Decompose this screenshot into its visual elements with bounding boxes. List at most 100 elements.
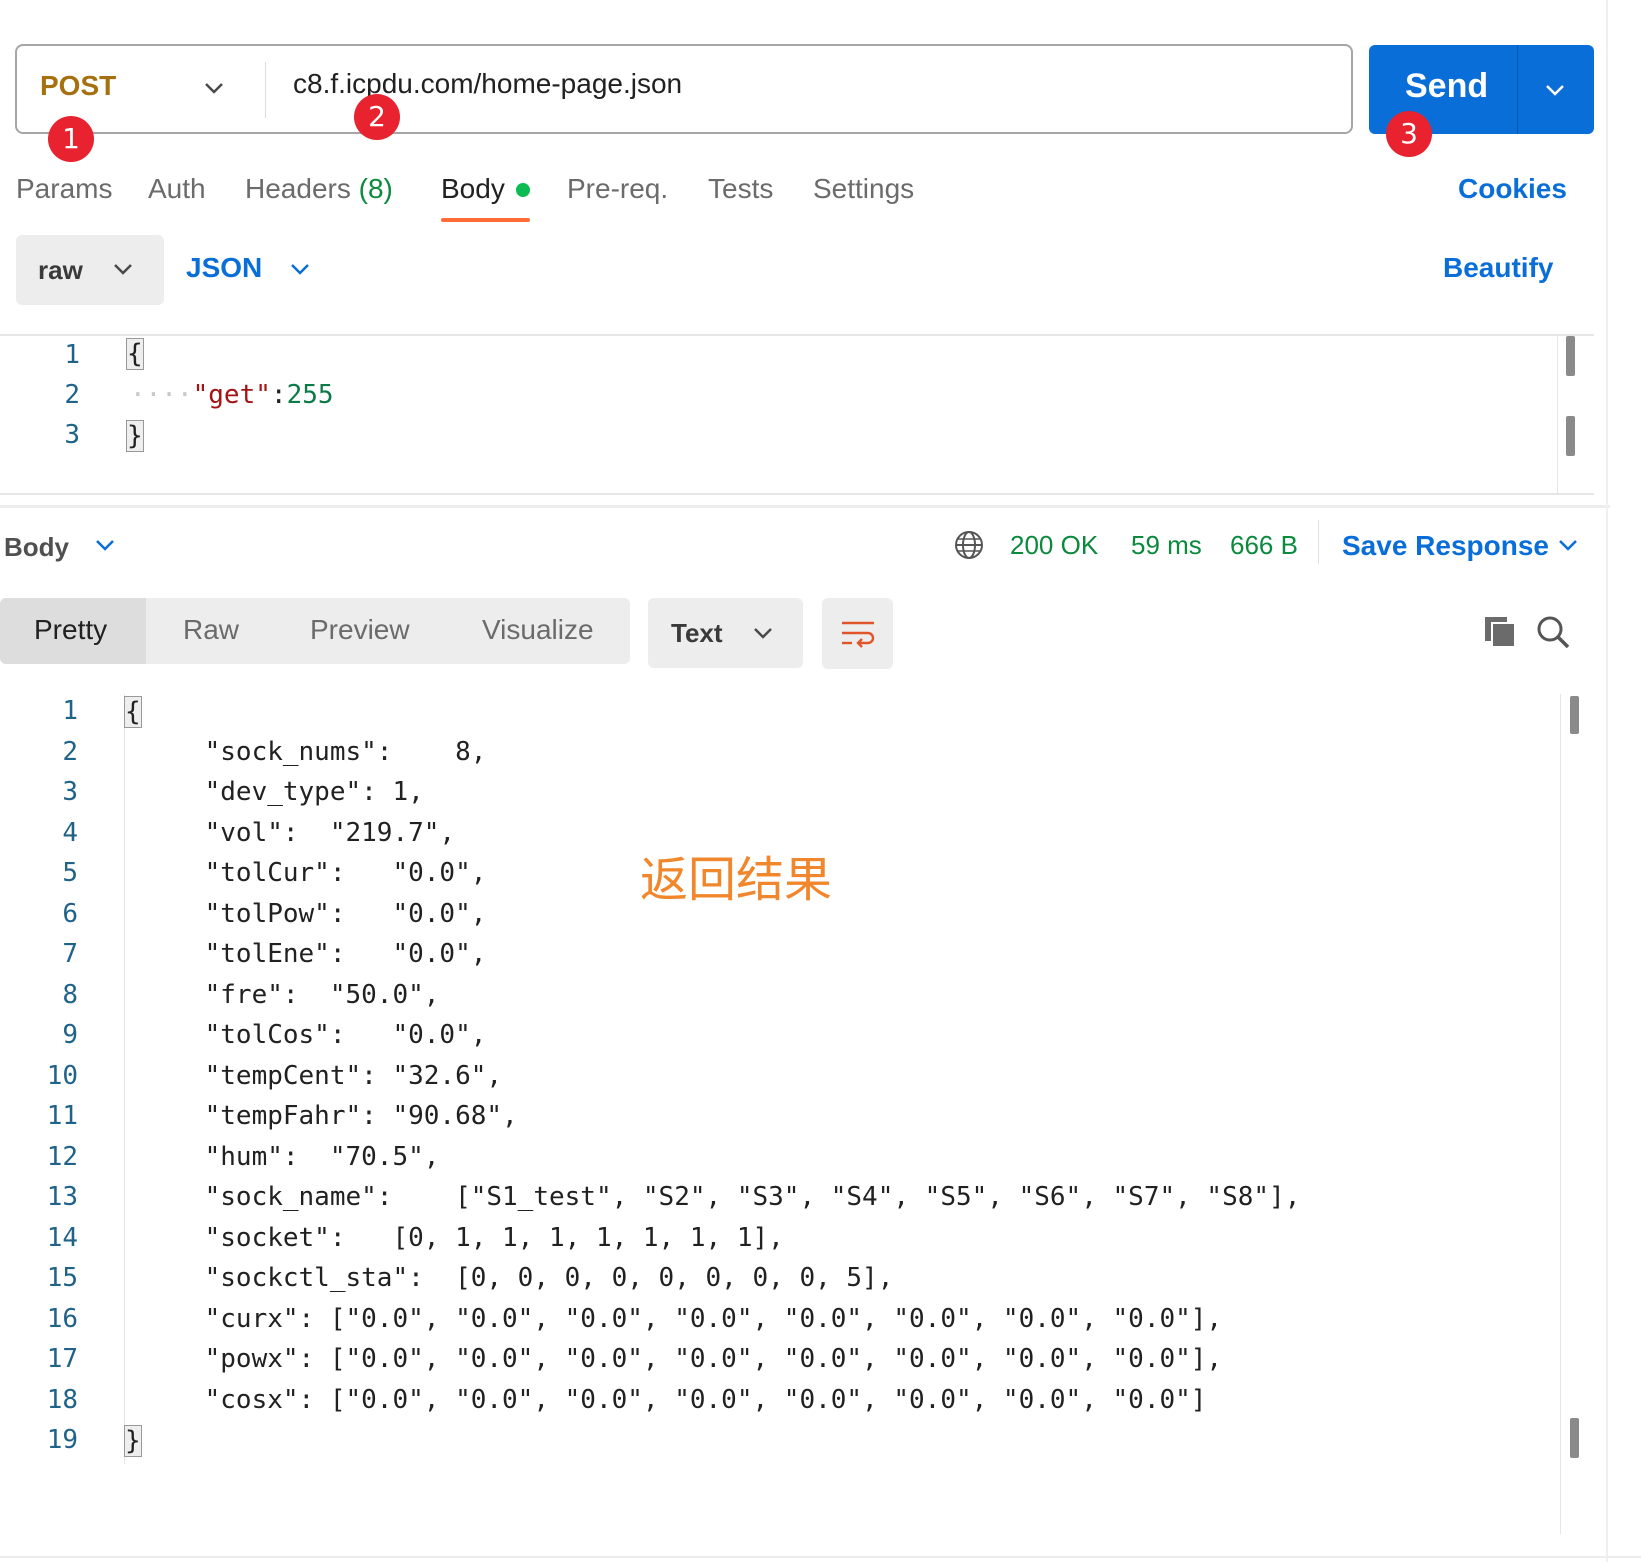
- open-brace[interactable]: {: [124, 696, 142, 728]
- line-number: 5: [62, 858, 78, 888]
- response-line[interactable]: "fre": "50.0",: [142, 980, 440, 1010]
- line-number: 3: [64, 420, 80, 450]
- status-code[interactable]: 200 OK: [1010, 530, 1098, 561]
- chevron-down-icon[interactable]: [1555, 532, 1581, 558]
- view-tab-preview[interactable]: Preview: [310, 614, 410, 646]
- chevron-down-icon[interactable]: [92, 532, 118, 558]
- response-body-select[interactable]: Body: [4, 532, 69, 563]
- divider: [0, 505, 1610, 508]
- view-tab-raw[interactable]: Raw: [183, 614, 239, 646]
- response-line[interactable]: "socket": [0, 1, 1, 1, 1, 1, 1, 1],: [142, 1223, 784, 1253]
- tab-tests[interactable]: Tests: [708, 173, 773, 205]
- line-number: 14: [46, 1223, 78, 1253]
- divider: [1318, 520, 1319, 564]
- tab-pre-req[interactable]: Pre-req.: [567, 173, 668, 205]
- response-line[interactable]: "sock_name": ["S1_test", "S2", "S3", "S4…: [142, 1182, 1301, 1212]
- divider: [0, 493, 1594, 495]
- response-line[interactable]: "dev_type": 1,: [142, 777, 424, 807]
- globe-icon[interactable]: [953, 529, 985, 561]
- response-line[interactable]: "sock_nums": 8,: [142, 737, 487, 767]
- divider: [124, 694, 125, 1464]
- scrollbar-thumb[interactable]: [1566, 416, 1575, 456]
- line-number: 12: [46, 1142, 78, 1172]
- response-time[interactable]: 59 ms: [1131, 530, 1202, 561]
- response-format-label[interactable]: Text: [671, 618, 723, 649]
- chevron-down-icon[interactable]: [110, 256, 136, 282]
- chevron-down-icon[interactable]: [287, 256, 313, 282]
- line-number: 13: [46, 1182, 78, 1212]
- line-number: 6: [62, 899, 78, 929]
- annotation-label: 返回结果: [640, 852, 833, 908]
- annotation-badge: 3: [1386, 111, 1432, 157]
- divider: [1606, 0, 1608, 1562]
- line-number: 19: [46, 1425, 78, 1455]
- line-number: 7: [62, 939, 78, 969]
- tab-settings[interactable]: Settings: [813, 173, 914, 205]
- view-tab-visualize[interactable]: Visualize: [482, 614, 594, 646]
- tab-body[interactable]: Body: [441, 173, 505, 205]
- search-icon[interactable]: [1535, 614, 1571, 650]
- line-number: 18: [46, 1385, 78, 1415]
- body-mode-label[interactable]: raw: [38, 255, 83, 286]
- scrollbar-thumb[interactable]: [1570, 1418, 1579, 1458]
- body-indicator-dot: [516, 183, 530, 197]
- divider: [0, 1556, 1641, 1558]
- divider: [265, 62, 266, 118]
- json-colon: :: [270, 380, 287, 410]
- beautify-button[interactable]: Beautify: [1443, 252, 1553, 284]
- view-tab-pretty[interactable]: Pretty: [34, 614, 107, 646]
- response-line[interactable]: "tolCur": "0.0",: [142, 858, 487, 888]
- tab-params[interactable]: Params: [16, 173, 112, 205]
- line-number: 1: [62, 696, 78, 726]
- json-key: "get": [192, 380, 271, 410]
- response-line[interactable]: "tempCent": "32.6",: [142, 1061, 502, 1091]
- divider: [1557, 334, 1558, 494]
- open-brace[interactable]: {: [126, 338, 144, 370]
- response-line[interactable]: "vol": "219.7",: [142, 818, 455, 848]
- line-number: 15: [46, 1263, 78, 1293]
- response-line[interactable]: "tolCos": "0.0",: [142, 1020, 487, 1050]
- line-number: 1: [64, 340, 80, 370]
- chevron-down-icon[interactable]: [750, 620, 776, 646]
- chevron-down-icon[interactable]: [1541, 76, 1569, 104]
- send-button-label[interactable]: Send: [1405, 67, 1488, 106]
- chevron-down-icon[interactable]: [200, 74, 228, 102]
- tab-auth[interactable]: Auth: [148, 173, 206, 205]
- response-line[interactable]: "powx": ["0.0", "0.0", "0.0", "0.0", "0.…: [142, 1344, 1222, 1374]
- request-body-line[interactable]: ····"get":255: [130, 380, 334, 410]
- url-input[interactable]: c8.f.icpdu.com/home-page.json: [293, 68, 682, 100]
- response-line[interactable]: "tolPow": "0.0",: [142, 899, 487, 929]
- response-line[interactable]: "hum": "70.5",: [142, 1142, 440, 1172]
- response-line[interactable]: "cosx": ["0.0", "0.0", "0.0", "0.0", "0.…: [142, 1385, 1207, 1415]
- line-number: 2: [64, 380, 80, 410]
- response-size[interactable]: 666 B: [1230, 530, 1298, 561]
- line-number: 17: [46, 1344, 78, 1374]
- divider: [1560, 694, 1561, 1534]
- save-response-button[interactable]: Save Response: [1342, 530, 1549, 562]
- cookies-link[interactable]: Cookies: [1458, 173, 1567, 205]
- tab-headers-label: Headers: [245, 173, 351, 204]
- line-number: 10: [46, 1061, 78, 1091]
- annotation-badge: 2: [354, 94, 400, 140]
- response-line[interactable]: "sockctl_sta": [0, 0, 0, 0, 0, 0, 0, 0, …: [142, 1263, 894, 1293]
- close-brace[interactable]: }: [124, 1425, 142, 1457]
- wrap-lines-icon[interactable]: [840, 618, 876, 652]
- close-brace[interactable]: }: [126, 420, 144, 452]
- line-number: 8: [62, 980, 78, 1010]
- active-tab-underline: [441, 218, 530, 222]
- indent-whitespace: ····: [130, 380, 193, 410]
- line-number: 2: [62, 737, 78, 767]
- scrollbar-thumb[interactable]: [1566, 336, 1575, 376]
- line-number: 9: [62, 1020, 78, 1050]
- annotation-badge: 1: [48, 116, 94, 162]
- tab-headers[interactable]: Headers (8): [245, 173, 393, 205]
- line-number: 16: [46, 1304, 78, 1334]
- response-line[interactable]: "tempFahr": "90.68",: [142, 1101, 518, 1131]
- body-format-select[interactable]: JSON: [186, 252, 262, 284]
- line-number: 3: [62, 777, 78, 807]
- scrollbar-thumb[interactable]: [1570, 696, 1579, 734]
- copy-icon[interactable]: [1483, 615, 1517, 649]
- response-line[interactable]: "tolEne": "0.0",: [142, 939, 487, 969]
- method-select[interactable]: POST: [40, 70, 116, 102]
- response-line[interactable]: "curx": ["0.0", "0.0", "0.0", "0.0", "0.…: [142, 1304, 1222, 1334]
